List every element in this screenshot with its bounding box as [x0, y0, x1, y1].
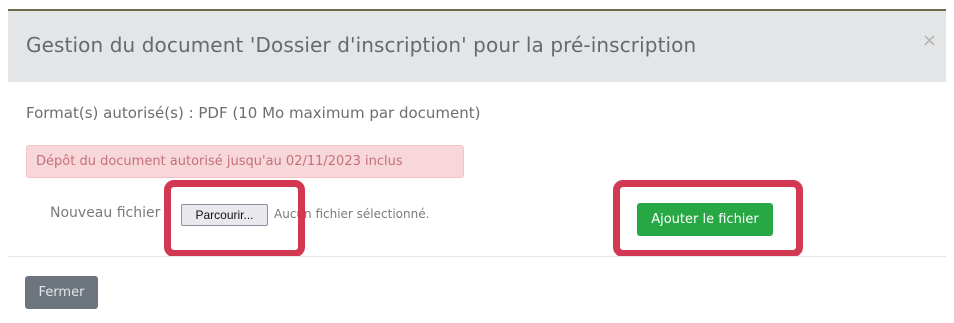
add-file-button[interactable]: Ajouter le fichier — [637, 203, 773, 236]
modal-title: Gestion du document 'Dossier d'inscripti… — [26, 33, 697, 57]
close-button[interactable]: Fermer — [25, 276, 98, 309]
allowed-formats-text: Format(s) autorisé(s) : PDF (10 Mo maxim… — [26, 104, 481, 122]
file-status-text: Aucun fichier sélectionné. — [274, 207, 430, 221]
deadline-alert: Dépôt du document autorisé jusqu'au 02/1… — [26, 145, 464, 178]
modal-header: Gestion du document 'Dossier d'inscripti… — [8, 11, 946, 82]
footer-divider — [8, 256, 946, 257]
close-icon[interactable]: × — [922, 32, 937, 50]
new-file-label: Nouveau fichier : — [50, 205, 170, 221]
browse-button[interactable]: Parcourir... — [181, 204, 268, 226]
